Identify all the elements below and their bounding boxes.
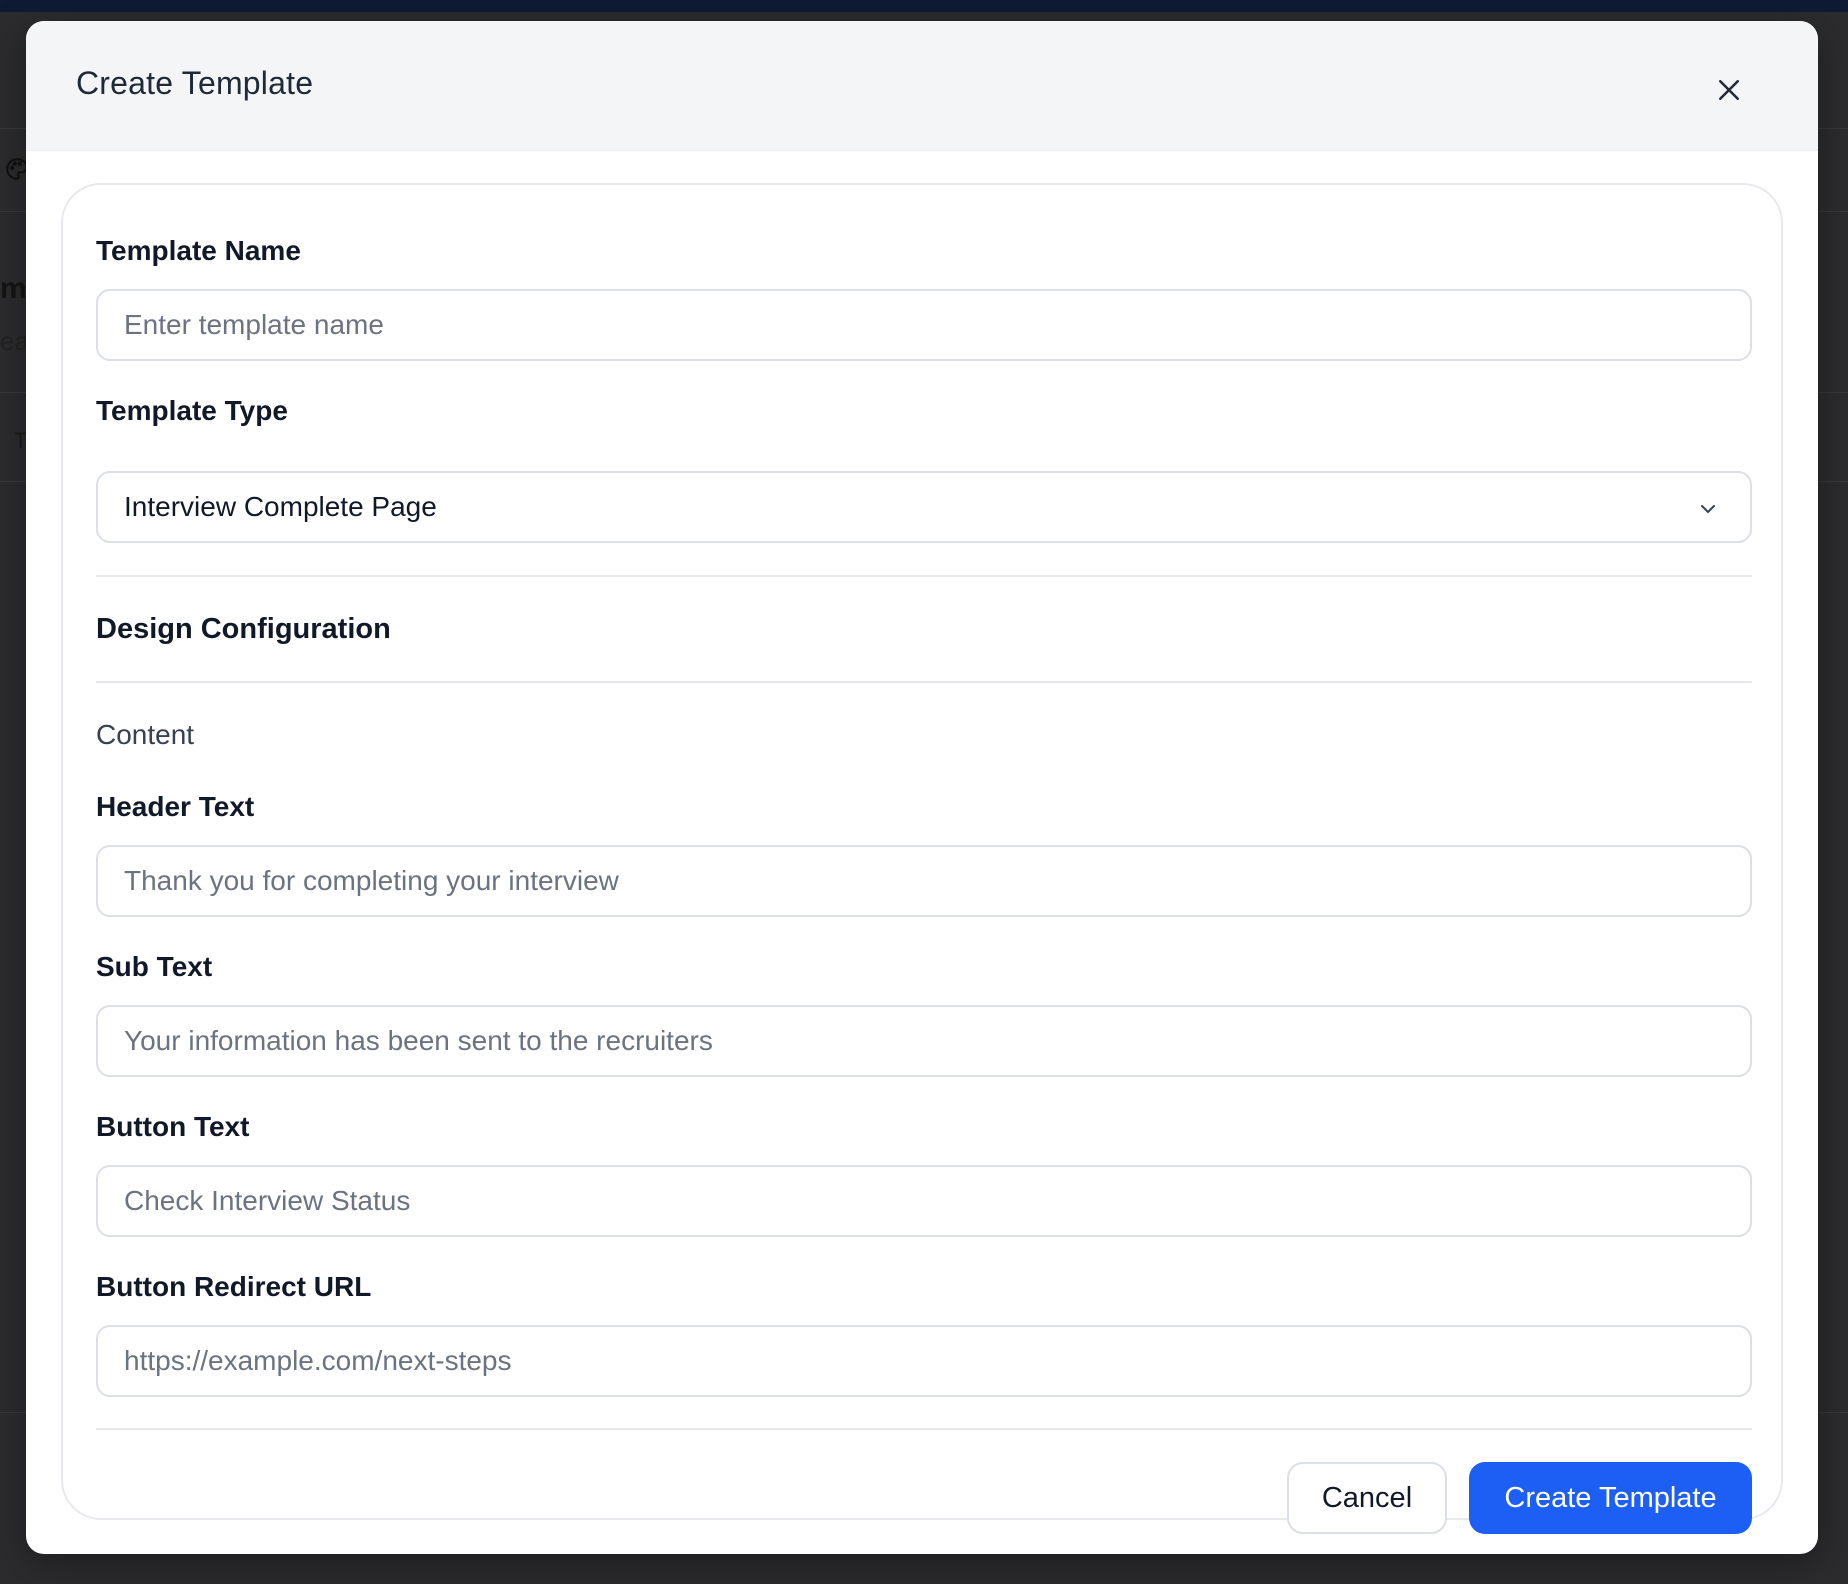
create-template-button[interactable]: Create Template <box>1469 1462 1752 1534</box>
button-redirect-url-input[interactable] <box>96 1325 1752 1397</box>
button-redirect-url-label: Button Redirect URL <box>96 1271 372 1302</box>
template-type-label: Template Type <box>96 395 288 426</box>
create-template-modal: Create Template Template Name Template T… <box>26 21 1818 1554</box>
template-type-selected-value: Interview Complete Page <box>124 491 437 522</box>
content-subsection-title: Content <box>96 719 195 750</box>
header-text-label: Header Text <box>96 791 255 822</box>
section-divider <box>96 575 1752 577</box>
template-name-input[interactable] <box>96 289 1752 361</box>
sub-text-input[interactable] <box>96 1005 1752 1077</box>
close-button[interactable] <box>1707 68 1751 112</box>
background-top-bar <box>0 0 1848 12</box>
section-divider <box>96 681 1752 683</box>
template-name-label: Template Name <box>96 235 301 266</box>
header-text-input[interactable] <box>96 845 1752 917</box>
sub-text-label: Sub Text <box>96 951 213 982</box>
button-text-label: Button Text <box>96 1111 250 1142</box>
cancel-button[interactable]: Cancel <box>1287 1462 1447 1534</box>
button-text-input[interactable] <box>96 1165 1752 1237</box>
design-configuration-title: Design Configuration <box>96 613 391 645</box>
modal-header: Create Template <box>26 21 1818 151</box>
template-form-card: Template Name Template Type Interview Co… <box>61 183 1783 1534</box>
close-icon <box>1719 80 1739 100</box>
footer-divider <box>96 1428 1752 1430</box>
background-heading-fragment: m <box>0 272 27 305</box>
template-type-select[interactable]: Interview Complete Page <box>96 471 1752 543</box>
modal-title: Create Template <box>76 65 314 101</box>
chevron-down-icon <box>1701 505 1715 513</box>
background-text-fragment: ea <box>0 326 29 356</box>
